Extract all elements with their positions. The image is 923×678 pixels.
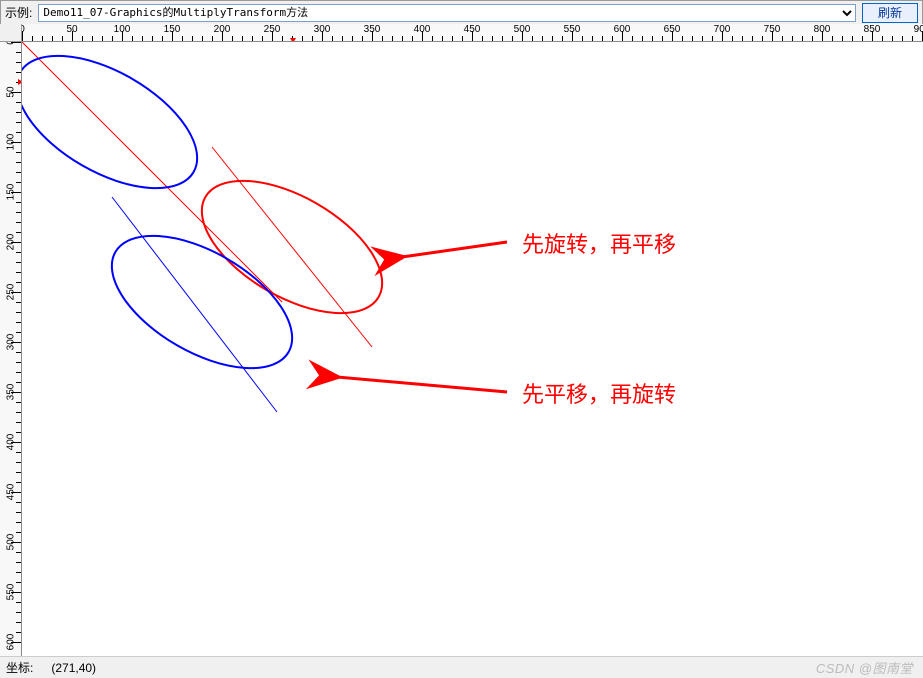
arrow-icon [337,377,507,392]
ruler-cursor-h-icon [290,38,296,42]
ellipse-shape [90,209,313,396]
arrow-icon [402,242,507,257]
ruler-vertical: 050100150200250300350400450500550600 [0,42,22,656]
ruler-corner [0,24,22,42]
diagonal-line [22,42,282,302]
canvas-area[interactable]: 先旋转，再平移先平移，再旋转 [22,42,923,656]
coord-label: 坐标: [6,659,33,676]
example-label: 示例: [5,4,32,21]
statusbar: 坐标: (271,40) CSDN @图南堂 [0,656,923,678]
watermark: CSDN @图南堂 [816,658,913,677]
refresh-button[interactable]: 刷新 [862,3,918,23]
example-select[interactable]: Demo11_07-Graphics的MultiplyTransform方法 [38,4,856,22]
drawing-canvas [22,42,922,656]
coord-value: (271,40) [51,661,96,675]
diagonal-line [112,197,277,412]
ruler-cursor-v-icon [18,79,22,85]
ellipse-shape [22,42,219,215]
diagonal-line [212,147,372,347]
ruler-horizontal: 0501001502002503003504004505005506006507… [22,24,923,42]
toolbar: 示例: Demo11_07-Graphics的MultiplyTransform… [1,1,922,25]
